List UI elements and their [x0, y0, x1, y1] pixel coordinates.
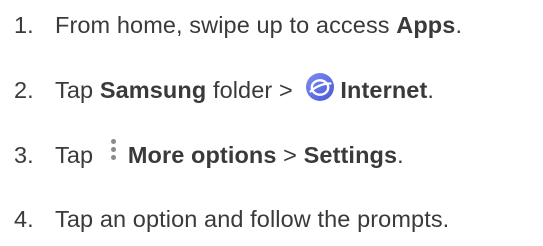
apps-label: Apps [396, 11, 456, 38]
step-2: 2. Tap Samsung folder > Internet . [14, 70, 434, 110]
internet-label: Internet [340, 76, 428, 103]
step-text: Tap [55, 76, 100, 103]
samsung-folder-label: Samsung [99, 76, 207, 103]
step-number: 3. [14, 141, 34, 168]
step-period: . [455, 11, 463, 38]
step-text: From home, swipe up to access [55, 11, 397, 38]
step-number: 4. [14, 205, 34, 232]
step-number: 2. [14, 76, 34, 103]
instruction-steps: 1. From home, swipe up to access Apps . … [0, 0, 543, 246]
step-text: Tap [55, 141, 100, 168]
step-1: 1. From home, swipe up to access Apps . [14, 5, 462, 45]
step-period: . [397, 141, 404, 168]
step-3: 3. Tap More options > Settings . [14, 135, 404, 175]
step-period: . [427, 76, 435, 103]
step-text: Tap an option and follow the prompts. [55, 205, 450, 232]
step-text: folder > [206, 76, 300, 103]
step-4: 4. Tap an option and follow the prompts. [14, 199, 449, 239]
more-options-label: More options [127, 141, 277, 168]
samsung-internet-icon [306, 73, 335, 101]
more-options-icon [109, 138, 119, 164]
step-number: 1. [14, 11, 34, 38]
settings-label: Settings [303, 141, 398, 168]
step-text: > [276, 141, 304, 168]
